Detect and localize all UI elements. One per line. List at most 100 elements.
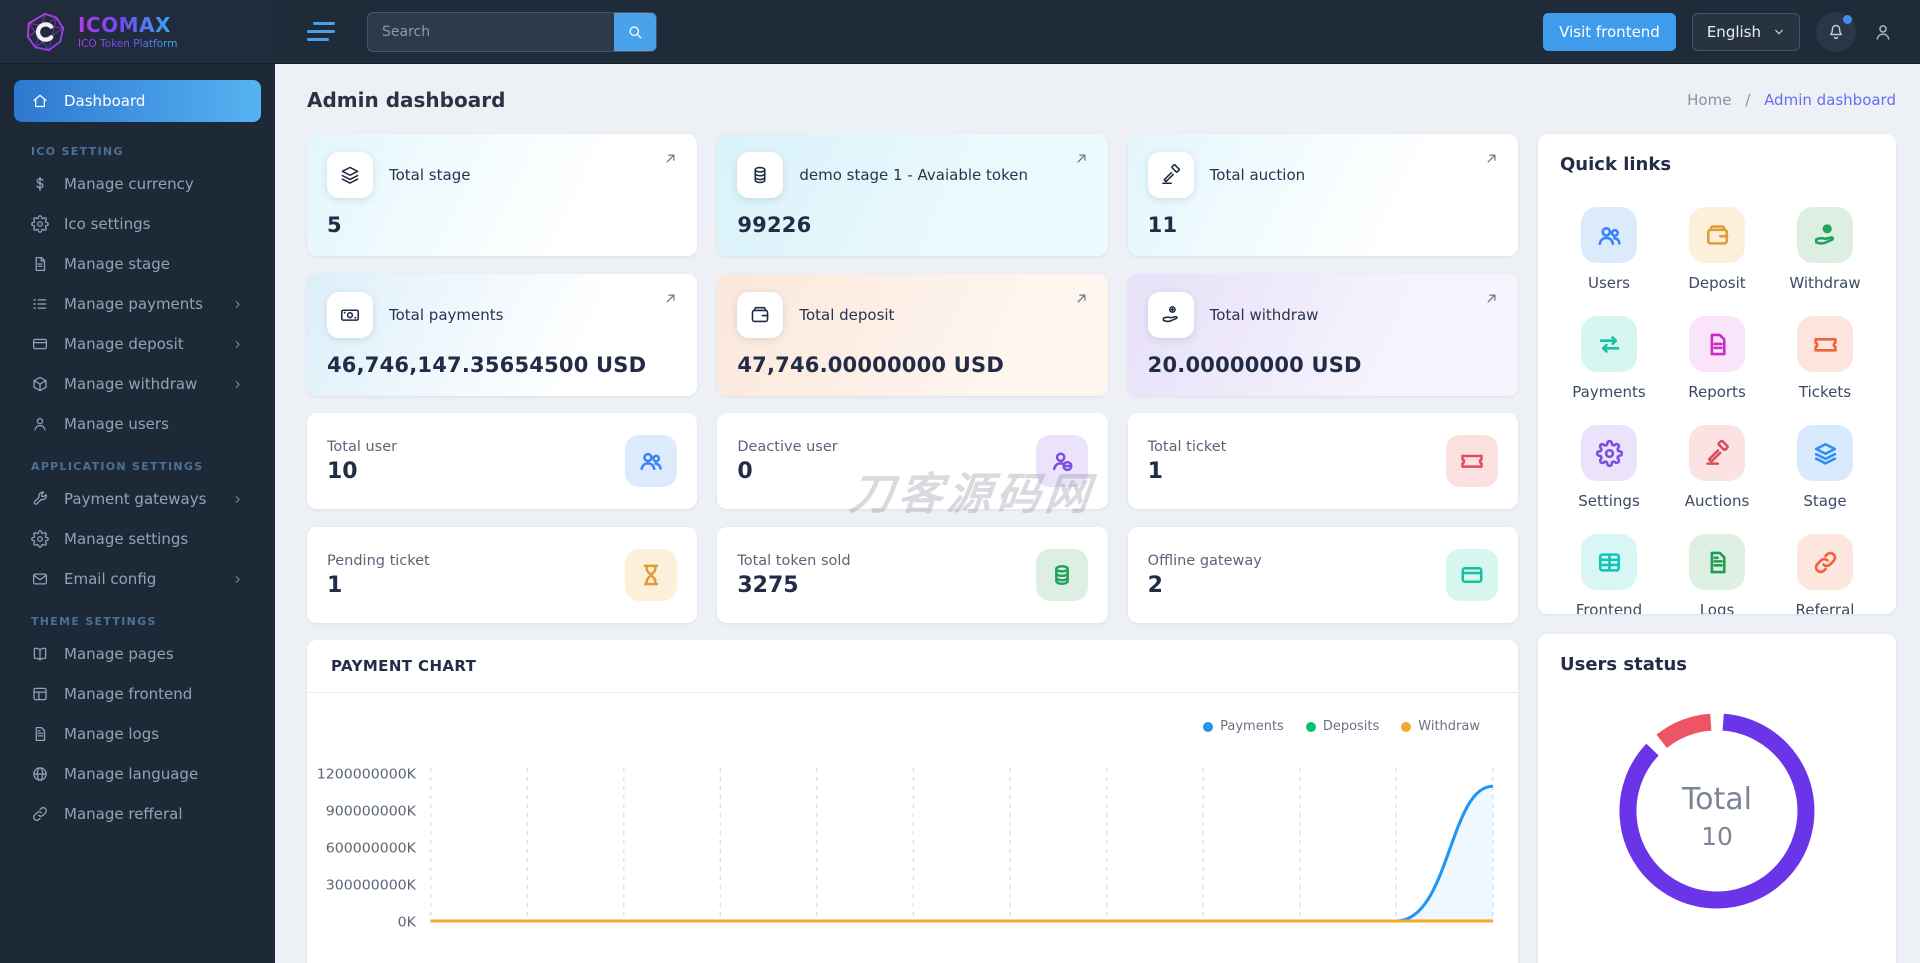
stat-card-offline-gateway[interactable]: Offline gateway 2	[1127, 527, 1518, 623]
sidebar-item-manage-users[interactable]: Manage users	[14, 405, 261, 443]
legend-item-payments[interactable]: Payments	[1203, 719, 1284, 734]
sidebar-item-manage-payments[interactable]: Manage payments	[14, 285, 261, 323]
menu-toggle-icon[interactable]	[307, 22, 335, 41]
stat-card-total-ticket[interactable]: Total ticket 1	[1127, 413, 1518, 509]
arrow-up-right-icon[interactable]	[1073, 290, 1090, 307]
quick-link-icon-box	[1689, 534, 1745, 590]
payment-chart-plot: 1200000000K 900000000K 600000000K 300000000…	[317, 767, 1494, 930]
quick-link-referral[interactable]: Referral	[1776, 534, 1874, 614]
arrows-icon	[1599, 335, 1619, 353]
quick-link-tickets[interactable]: Tickets	[1776, 316, 1874, 401]
language-selected-value: English	[1706, 22, 1761, 41]
sidebar-item-ico-settings[interactable]: Ico settings	[14, 205, 261, 243]
sidebar-item-manage-logs[interactable]: Manage logs	[14, 715, 261, 753]
search-button[interactable]	[614, 12, 656, 51]
sidebar-item-label: Manage currency	[64, 175, 194, 193]
sidebar-item-manage-pages[interactable]: Manage pages	[14, 635, 261, 673]
stat-card-total-deposit[interactable]: Total deposit 47,746.00000000 USD	[717, 274, 1108, 396]
sidebar-item-manage-refferal[interactable]: Manage refferal	[14, 795, 261, 833]
notifications-button[interactable]	[1816, 11, 1856, 52]
quick-link-icon-box	[1797, 534, 1853, 590]
stat-card-title: Total user	[327, 438, 398, 455]
stat-card-total-payments[interactable]: Total payments 46,746,147.35654500 USD	[307, 274, 698, 396]
sidebar-item-payment-gateways[interactable]: Payment gateways	[14, 480, 261, 518]
content: Admin dashboard Home / Admin dashboard T…	[275, 64, 1920, 963]
quick-link-deposit[interactable]: Deposit	[1668, 207, 1766, 292]
stat-card-total-user[interactable]: Total user 10	[307, 413, 698, 509]
legend-item-deposits[interactable]: Deposits	[1305, 719, 1379, 734]
ticket-icon	[1813, 337, 1837, 352]
quick-link-reports[interactable]: Reports	[1668, 316, 1766, 401]
brand-name: ICOMAX	[78, 13, 178, 37]
sidebar-item-manage-settings[interactable]: Manage settings	[14, 520, 261, 558]
stat-card-icon-box	[625, 435, 678, 487]
quick-link-stage[interactable]: Stage	[1776, 425, 1874, 510]
hand-dollar-icon	[1814, 223, 1834, 245]
stat-card-deactive-user[interactable]: Deactive user 0	[717, 413, 1108, 509]
quick-link-logs[interactable]: Logs	[1668, 534, 1766, 614]
arrow-up-right-icon[interactable]	[1483, 150, 1500, 167]
stat-card-total-token-sold[interactable]: Total token sold 3275	[717, 527, 1108, 623]
sidebar-item-manage-deposit[interactable]: Manage deposit	[14, 325, 261, 363]
quick-link-icon-box	[1689, 316, 1745, 372]
quick-link-frontend[interactable]: Frontend	[1560, 534, 1658, 614]
arrow-up-right-icon[interactable]	[1483, 290, 1500, 307]
language-select[interactable]: English	[1691, 12, 1800, 51]
sidebar-item-manage-withdraw[interactable]: Manage withdraw	[14, 365, 261, 403]
sidebar-section-title: ICO SETTING	[31, 145, 124, 158]
chevron-right-icon	[235, 380, 240, 388]
app-window: ICOMAX ICO Token Platform Dashboard ICO S…	[0, 0, 1920, 963]
sidebar-item-dashboard[interactable]: Dashboard	[14, 80, 261, 122]
stat-card-total-withdraw[interactable]: Total withdraw 20.00000000 USD	[1127, 274, 1518, 396]
profile-button[interactable]	[1872, 21, 1894, 43]
gear-icon	[1595, 439, 1623, 467]
payment-chart-card: PAYMENT CHART Payments Deposits Withdraw 1…	[307, 640, 1518, 963]
quick-link-users[interactable]: Users	[1560, 207, 1658, 292]
stat-card-demo-stage-1-avaiable-token[interactable]: demo stage 1 - Avaiable token 99226	[717, 134, 1108, 256]
sidebar-item-label: Manage logs	[64, 725, 160, 743]
arrow-up-right-icon[interactable]	[662, 150, 679, 167]
quick-link-icon-box	[1797, 425, 1853, 481]
payments-series-line	[430, 784, 1494, 923]
arrow-up-right-icon[interactable]	[1073, 150, 1090, 167]
stat-card-total-stage[interactable]: Total stage 5	[307, 134, 698, 256]
breadcrumb-separator: /	[1745, 91, 1751, 109]
sidebar-item-manage-stage[interactable]: Manage stage	[14, 245, 261, 283]
layout-icon	[33, 687, 47, 701]
package-icon	[33, 376, 47, 392]
breadcrumb-home-link[interactable]: Home	[1687, 91, 1731, 109]
quick-link-settings[interactable]: Settings	[1560, 425, 1658, 510]
sidebar-item-label: Payment gateways	[64, 490, 207, 508]
stat-card-title: Total stage	[389, 166, 471, 184]
search-input[interactable]	[368, 12, 614, 51]
breadcrumb-current: Admin dashboard	[1764, 91, 1896, 109]
legend-item-withdraw[interactable]: Withdraw	[1401, 719, 1480, 734]
stat-card-total-auction[interactable]: Total auction 11	[1127, 134, 1518, 256]
quick-link-withdraw[interactable]: Withdraw	[1776, 207, 1874, 292]
sidebar-item-manage-language[interactable]: Manage language	[14, 755, 261, 793]
donut-segment-inactive[interactable]	[1656, 713, 1712, 749]
search-icon	[629, 25, 642, 38]
stat-card-pending-ticket[interactable]: Pending ticket 1	[307, 527, 698, 623]
y-tick-label: 900000000K	[326, 804, 417, 820]
link-icon	[33, 807, 47, 821]
arrow-up-right-icon[interactable]	[662, 290, 679, 307]
sidebar-item-manage-frontend[interactable]: Manage frontend	[14, 675, 261, 713]
book-icon	[33, 647, 47, 661]
simple-cards: Total user 10 Deactive user 0 Total ticket 1 P…	[307, 413, 1518, 623]
quick-link-label: Stage	[1803, 492, 1847, 510]
quick-link-auctions[interactable]: Auctions	[1668, 425, 1766, 510]
sidebar-nav: Dashboard ICO SETTING Manage currency Ico s…	[0, 64, 275, 835]
legend-label: Withdraw	[1418, 719, 1480, 734]
stat-card-value: 1	[1147, 458, 1163, 484]
visit-frontend-button[interactable]: Visit frontend	[1543, 12, 1676, 51]
sidebar-item-manage-currency[interactable]: Manage currency	[14, 165, 261, 203]
brand[interactable]: ICOMAX ICO Token Platform	[0, 0, 275, 64]
search-bar	[367, 11, 657, 52]
stat-card-title: Total token sold	[737, 552, 851, 569]
stat-card-icon-box	[1035, 435, 1088, 487]
brand-tagline: ICO Token Platform	[78, 38, 178, 50]
brand-logo-icon	[26, 12, 65, 51]
sidebar-item-email-config[interactable]: Email config	[14, 560, 261, 598]
quick-link-payments[interactable]: Payments	[1560, 316, 1658, 401]
